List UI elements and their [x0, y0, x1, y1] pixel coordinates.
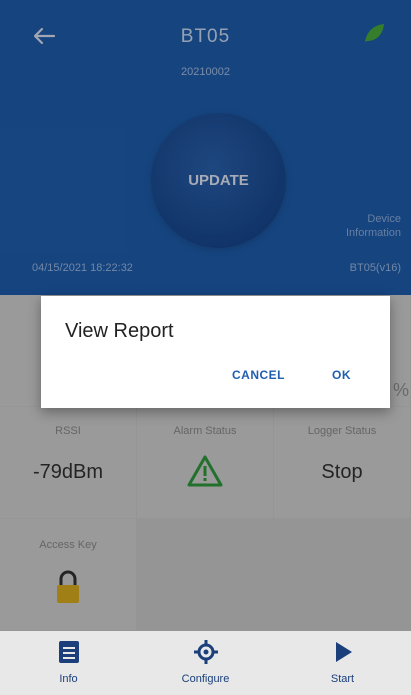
- play-icon: [331, 639, 355, 670]
- nav-label-start: Start: [330, 673, 355, 685]
- bottom-navigation: Info Configure Start: [0, 631, 411, 695]
- percent-peek-text: %: [392, 380, 409, 400]
- nav-label-configure: Configure: [181, 673, 230, 685]
- nav-item-info[interactable]: Info: [0, 631, 137, 695]
- info-icon: [57, 639, 81, 670]
- cancel-button[interactable]: CANCEL: [232, 368, 285, 382]
- gear-icon: [193, 639, 219, 670]
- nav-label-info: Info: [59, 673, 78, 685]
- nav-item-configure[interactable]: Configure: [137, 631, 274, 695]
- ok-button[interactable]: OK: [332, 368, 351, 382]
- dialog-title: View Report: [65, 320, 174, 342]
- nav-item-start[interactable]: Start: [274, 631, 411, 695]
- view-report-dialog: View Report CANCEL OK: [41, 296, 390, 408]
